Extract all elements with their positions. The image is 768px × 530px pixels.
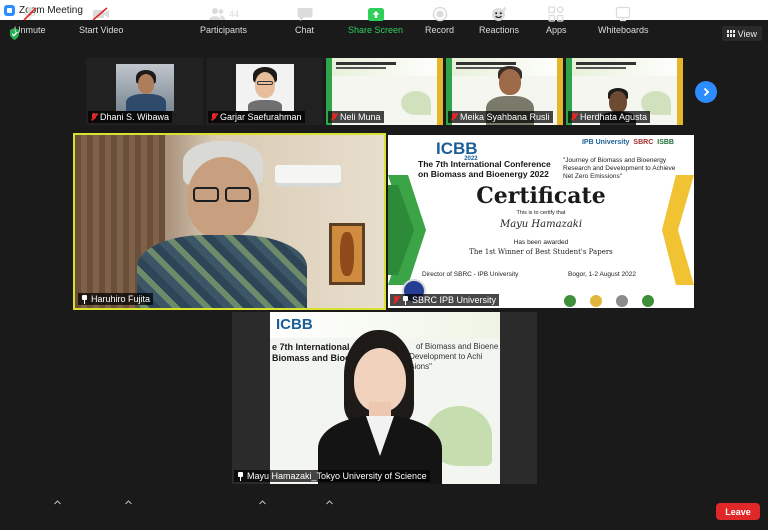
apps-button[interactable]: Apps (546, 6, 567, 35)
signer-title: Director of SBRC - IPB University (422, 271, 519, 278)
participant-name: Herdhata Agusta (580, 112, 648, 122)
award-text: The 1st Winner of Best Student's Papers (469, 248, 613, 256)
certify-text: This is to certify that (516, 210, 566, 216)
record-button[interactable]: Record (425, 6, 454, 35)
partner-logo: IPB University (581, 139, 630, 146)
participant-name: Neli Muna (340, 112, 381, 122)
meeting-toolbar (0, 490, 768, 530)
pin-icon (81, 294, 88, 304)
chat-label: Chat (295, 25, 315, 35)
muted-mic-icon (331, 113, 337, 121)
participant-thumbnail[interactable]: Meika Syahbana Rusli (446, 58, 563, 125)
icbb-logo: ICBB (276, 316, 313, 333)
participants-options-chevron-icon[interactable] (259, 500, 266, 507)
muted-mic-icon (571, 113, 577, 121)
place-date: Bogor, 1-2 August 2022 (568, 271, 636, 278)
participants-label: Participants (200, 25, 248, 35)
participant-name: Haruhiro Fujita (91, 294, 151, 304)
chat-options-chevron-icon[interactable] (326, 500, 333, 507)
chat-button[interactable]: Chat (295, 6, 314, 35)
start-video-label: Start Video (79, 25, 124, 35)
whiteboard-icon (614, 6, 632, 22)
reactions-label: Reactions (479, 25, 520, 35)
video-options-chevron-icon[interactable] (125, 500, 132, 507)
participant-count: 44 (229, 9, 240, 19)
partner-logos: IPB University SBRC ISBB (582, 139, 674, 146)
whiteboards-button[interactable]: Whiteboards (598, 6, 649, 35)
certificate-title: Certificate (476, 183, 606, 209)
participant-name: Garjar Saefurahman (220, 112, 302, 122)
muted-mic-icon (91, 113, 97, 121)
painting-background (329, 223, 365, 285)
participant-name: Mayu Hamazaki_Tokyo University of Scienc… (247, 471, 427, 481)
pin-icon (237, 471, 244, 481)
unmute-label: Unmute (14, 25, 46, 35)
participant-name-tag: Garjar Saefurahman (208, 111, 305, 123)
participant-name-tag: Mayu Hamazaki_Tokyo University of Scienc… (234, 470, 430, 482)
participant-name-tag: Dhani S. Wibawa (88, 111, 173, 123)
participant-name-tag: Neli Muna (328, 111, 384, 123)
participants-icon: 44 (206, 6, 242, 22)
participant-name: Dhani S. Wibawa (100, 112, 170, 122)
participant-thumbnail[interactable]: Garjar Saefurahman (206, 58, 323, 125)
pin-icon (402, 295, 409, 305)
record-icon (431, 6, 449, 22)
video-off-icon (92, 6, 110, 22)
participants-button[interactable]: 44 Participants (200, 6, 247, 35)
share-screen-icon (367, 6, 385, 22)
participant-video (115, 64, 174, 111)
next-page-button[interactable] (695, 81, 717, 103)
share-screen-button[interactable]: Share Screen (348, 6, 403, 35)
conference-title: The 7th International Conference on Biom… (418, 159, 568, 179)
air-conditioner-background (275, 165, 341, 187)
participant-name-tag: Herdhata Agusta (568, 111, 651, 123)
muted-mic-icon (211, 113, 217, 121)
slide-theme-line-1: of Biomass and Bioene (416, 342, 499, 351)
recipient-name: Mayu Hamazaki (499, 219, 583, 230)
conference-line-2: on Biomass and Bioenergy 2022 (418, 169, 549, 179)
presenter-tile[interactable]: ICBB e 7th International Conf Biomass an… (232, 312, 537, 484)
smiley-icon (490, 6, 508, 22)
muted-mic-icon (451, 113, 457, 121)
conference-line-1: The 7th International Conference (418, 159, 551, 169)
virtual-background-slide: ICBB e 7th International Conf Biomass an… (270, 312, 500, 484)
shared-content-tile[interactable]: ICBB 2022 IPB University SBRC ISBB The 7… (388, 135, 694, 308)
view-button-label: View (737, 28, 757, 39)
partner-logo: SBRC (633, 139, 654, 146)
share-screen-label: Share Screen (348, 25, 404, 35)
whiteboards-label: Whiteboards (598, 25, 649, 35)
chevron-right-icon (703, 87, 710, 97)
audio-options-chevron-icon[interactable] (54, 500, 61, 507)
muted-mic-icon (393, 296, 399, 304)
grid-icon (726, 30, 735, 37)
apps-icon (547, 6, 565, 22)
participant-name-tag: SBRC IPB University (390, 294, 500, 306)
participant-name: Meika Syahbana Rusli (460, 112, 550, 122)
participant-thumbnail[interactable]: Herdhata Agusta (566, 58, 683, 125)
participant-name-tag: Haruhiro Fujita (78, 293, 154, 305)
active-speaker-tile[interactable]: Haruhiro Fujita (73, 133, 386, 310)
view-button[interactable]: View (721, 26, 762, 41)
participant-name: SBRC IPB University (412, 295, 497, 305)
record-label: Record (425, 25, 455, 35)
conference-theme: "Journey of Biomass and Bioenergy Resear… (563, 157, 676, 180)
participant-thumbnail[interactable]: Dhani S. Wibawa (86, 58, 203, 125)
participant-video (235, 64, 294, 111)
reactions-button[interactable]: Reactions (479, 6, 519, 35)
apps-label: Apps (546, 25, 567, 35)
start-video-button[interactable]: Start Video (79, 6, 123, 35)
zoom-window: Zoom Meeting View Dhani S. Wibawa Garjar… (0, 0, 768, 530)
partner-logo: ISBB (657, 139, 674, 146)
awarded-text: Has been awarded (513, 239, 569, 246)
participant-name-tag: Meika Syahbana Rusli (448, 111, 553, 123)
muted-microphone-icon (21, 6, 39, 22)
sponsor-logos (564, 295, 654, 307)
chat-icon (296, 6, 314, 22)
unmute-button[interactable]: Unmute (14, 6, 46, 35)
participant-thumbnail[interactable]: Neli Muna (326, 58, 443, 125)
leave-button[interactable]: Leave (716, 503, 760, 520)
